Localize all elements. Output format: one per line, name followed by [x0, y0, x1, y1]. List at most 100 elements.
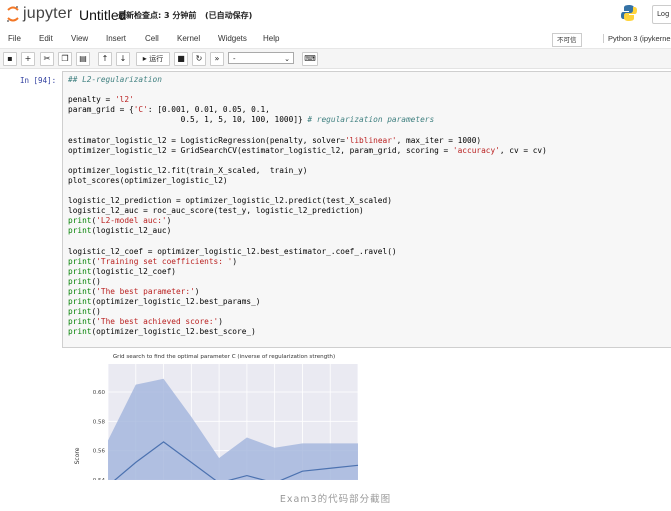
- menu-file[interactable]: File: [8, 34, 21, 43]
- code-token: print: [68, 256, 92, 266]
- checkpoint-status: 最新检查点: 3 分钟前: [118, 11, 197, 20]
- y-tick-label: 0.58: [93, 419, 106, 425]
- code-line: estimator_logistic_l2 = LogisticRegressi…: [68, 136, 547, 146]
- notebook-header: jupyter Untitled 最新检查点: 3 分钟前 (已自动保存) Lo…: [0, 0, 671, 30]
- notebook-toolbar: ▪ + ✂ ❐ ▤ ↑ ↓ ▸ 运行 ■ ↻ » - ⌄ ⌨: [0, 49, 671, 69]
- jupyter-logo[interactable]: jupyter: [6, 5, 72, 23]
- menu-edit[interactable]: Edit: [39, 34, 53, 43]
- logout-button[interactable]: Log: [652, 5, 671, 24]
- move-down-button[interactable]: ↓: [116, 52, 130, 66]
- paste-icon: ▤: [79, 54, 87, 63]
- code-line: logistic_l2_prediction = optimizer_logis…: [68, 196, 547, 206]
- code-token: 'C': [133, 105, 148, 115]
- keyboard-icon: ⌨: [304, 54, 316, 63]
- code-token: print: [68, 327, 92, 337]
- run-icon: ▸: [142, 54, 147, 63]
- code-line: logistic_l2_auc = roc_auc_score(test_y, …: [68, 206, 547, 216]
- menu-cell[interactable]: Cell: [145, 34, 159, 43]
- code-token: print: [68, 307, 92, 317]
- code-editor[interactable]: ## L2-regularization penalty = 'l2' param_…: [68, 75, 547, 337]
- code-token: ): [232, 256, 238, 266]
- copy-button[interactable]: ❐: [58, 52, 72, 66]
- code-token: estimator_logistic_l2 = LogisticRegressi…: [68, 135, 345, 145]
- save-button[interactable]: ▪: [3, 52, 17, 66]
- command-palette-button[interactable]: ⌨: [302, 52, 318, 66]
- insert-cell-button[interactable]: +: [21, 52, 35, 66]
- code-token: logistic_l2_auc = roc_auc_score(test_y, …: [68, 206, 364, 216]
- chevron-down-icon: ⌄: [284, 55, 290, 63]
- code-token: ): [166, 216, 172, 226]
- run-button[interactable]: ▸ 运行: [136, 52, 170, 66]
- code-line: print(optimizer_logistic_l2.best_params_…: [68, 297, 547, 307]
- code-line: print('Training set coefficients: '): [68, 257, 547, 267]
- cell-output: Grid search to find the optimal paramete…: [68, 350, 372, 511]
- y-tick-label: 0.54: [93, 478, 106, 480]
- cell-type-select[interactable]: - ⌄: [228, 52, 294, 64]
- code-line: ## L2-regularization: [68, 75, 547, 85]
- code-token: (logistic_l2_auc): [91, 226, 172, 236]
- code-line: penalty = 'l2': [68, 95, 547, 105]
- code-line: logistic_l2_coef = optimizer_logistic_l2…: [68, 247, 547, 257]
- code-token: 'Training set coefficients: ': [96, 256, 233, 266]
- code-line: print(): [68, 307, 547, 317]
- code-token: ): [218, 317, 223, 327]
- code-token: , max_iter = 1000): [396, 135, 482, 145]
- paste-button[interactable]: ▤: [76, 52, 90, 66]
- code-token: 'The best achieved score:': [96, 317, 219, 327]
- image-caption: Exam3的代码部分截图: [279, 494, 392, 505]
- menu-insert[interactable]: Insert: [106, 34, 126, 43]
- y-tick-labels: 0.60 0.58 0.56 0.54: [93, 390, 106, 484]
- code-token: (optimizer_logistic_l2.best_score_): [91, 327, 256, 337]
- cell-type-value: -: [233, 55, 236, 63]
- y-tick-label: 0.60: [93, 390, 106, 396]
- code-line: print('The best parameter:'): [68, 287, 547, 297]
- autosave-status: (已自动保存): [205, 11, 253, 20]
- jupyter-logo-icon: [7, 6, 19, 22]
- code-token: print: [68, 317, 92, 327]
- code-line: plot_scores(optimizer_logistic_l2): [68, 176, 547, 186]
- code-token: 'The best parameter:': [96, 286, 195, 296]
- interrupt-button[interactable]: ■: [174, 52, 188, 66]
- grid-search-chart: Grid search to find the optimal paramete…: [74, 354, 359, 511]
- code-line: print(optimizer_logistic_l2.best_score_): [68, 327, 547, 337]
- code-token: penalty =: [68, 95, 115, 105]
- code-token: (): [91, 307, 101, 317]
- code-token: optimizer_logistic_l2.fit(train_X_scaled…: [68, 165, 308, 175]
- stop-icon: ■: [177, 54, 185, 63]
- scissors-icon: ✂: [43, 54, 51, 63]
- code-line: print('L2-model auc:'): [68, 216, 547, 226]
- not-trusted-button[interactable]: 不可信: [552, 33, 582, 47]
- menu-help[interactable]: Help: [263, 34, 279, 43]
- code-token: print: [68, 286, 92, 296]
- cell-prompt: In [94]:: [20, 76, 57, 85]
- restart-button[interactable]: ↻: [192, 52, 206, 66]
- code-line: param_grid = {'C': [0.001, 0.01, 0.05, 0…: [68, 105, 547, 115]
- save-icon: ▪: [7, 54, 13, 63]
- menu-widgets[interactable]: Widgets: [218, 34, 247, 43]
- cut-button[interactable]: ✂: [40, 52, 54, 66]
- chart-title: Grid search to find the optimal paramete…: [113, 354, 335, 360]
- menu-view[interactable]: View: [71, 34, 88, 43]
- y-tick-label: 0.56: [93, 449, 106, 455]
- code-line: 0.5, 1, 5, 10, 100, 1000]} # regularizat…: [68, 115, 547, 125]
- move-up-button[interactable]: ↑: [98, 52, 112, 66]
- jupyter-logo-text: jupyter: [23, 5, 73, 22]
- code-token: (): [91, 276, 101, 286]
- code-token: print: [68, 266, 92, 276]
- copy-icon: ❐: [61, 54, 69, 63]
- code-line: print('The best achieved score:'): [68, 317, 547, 327]
- code-token: logistic_l2_coef = optimizer_logistic_l2…: [68, 246, 397, 256]
- code-token: : [0.001, 0.01, 0.05, 0.1,: [147, 105, 270, 115]
- menu-kernel[interactable]: Kernel: [177, 34, 200, 43]
- restart-run-all-button[interactable]: »: [210, 52, 224, 66]
- code-line: print(logistic_l2_auc): [68, 226, 547, 236]
- arrow-up-icon: ↑: [101, 54, 109, 63]
- code-token: print: [68, 216, 92, 226]
- code-token: 'accuracy': [452, 145, 500, 155]
- plus-icon: +: [24, 54, 32, 63]
